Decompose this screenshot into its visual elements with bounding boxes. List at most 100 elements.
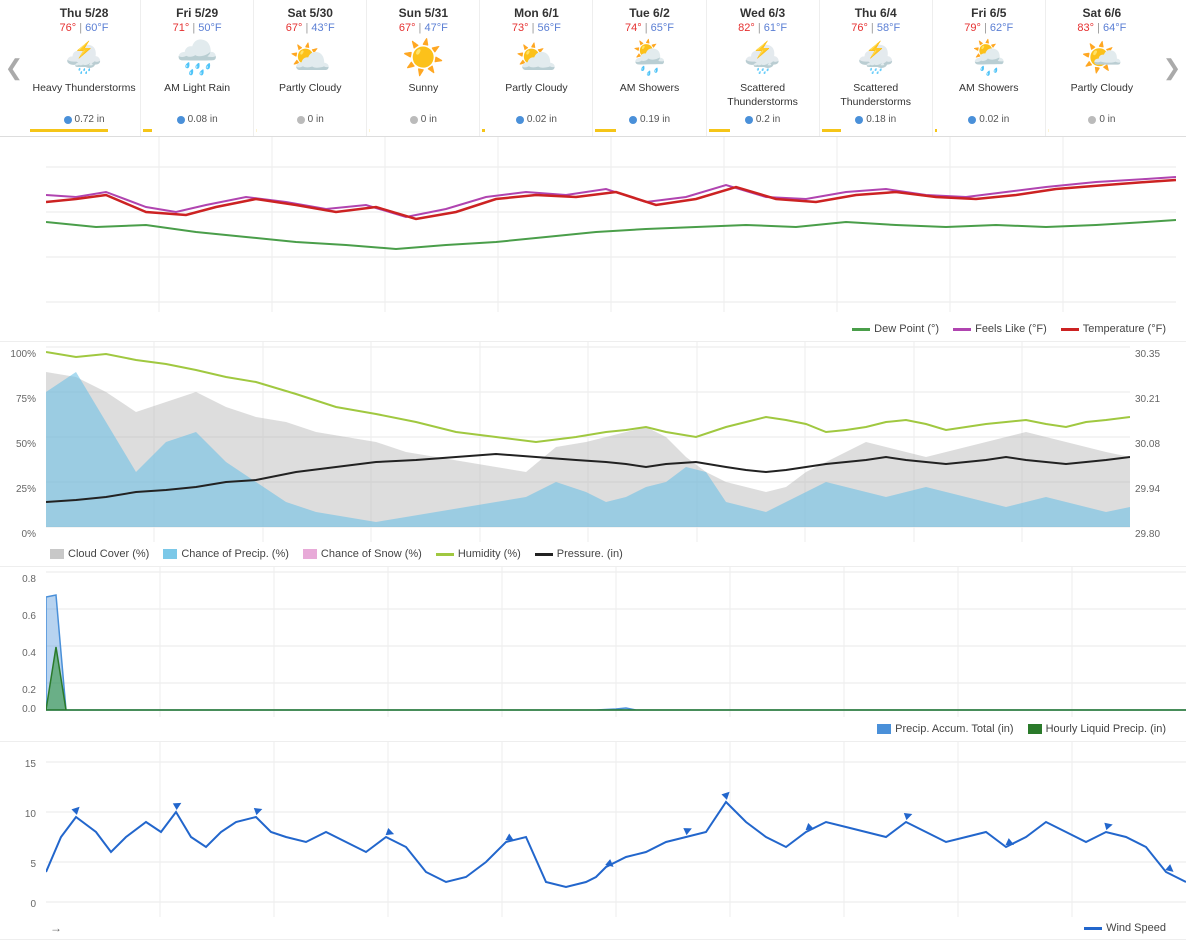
day-desc-1: AM Light Rain bbox=[143, 82, 251, 110]
day-name-6: Wed 6/3 bbox=[709, 6, 817, 20]
precip-bar-2 bbox=[256, 129, 257, 132]
precip-bar-9 bbox=[1048, 129, 1049, 132]
svg-text:15: 15 bbox=[25, 759, 37, 770]
day-precip-7: 0.18 in bbox=[822, 114, 930, 125]
precip-bar-5 bbox=[595, 129, 616, 132]
temperature-chart: 80 F 60 F 40 F bbox=[46, 137, 1176, 312]
day-temps-9: 83° | 64°F bbox=[1048, 22, 1156, 34]
precip-bar-4 bbox=[482, 129, 484, 132]
precip-bar-8 bbox=[935, 129, 937, 132]
legend-feelslike: Feels Like (°F) bbox=[953, 323, 1047, 335]
days-container: Thu 5/28 76° | 60°F ☁️⚡🌧️ Heavy Thunders… bbox=[28, 0, 1158, 136]
day-name-9: Sat 6/6 bbox=[1048, 6, 1156, 20]
wind-chart: ▶ ▶ ▶ ▶ ▶ ▶ ▶ ▶ ▶ ▶ ▶ ▶ ▶ bbox=[46, 742, 1186, 917]
svg-text:30.21: 30.21 bbox=[1135, 394, 1160, 405]
svg-text:▶: ▶ bbox=[172, 798, 184, 812]
svg-text:0.8: 0.8 bbox=[22, 574, 36, 585]
wind-chart-legend: Wind Speed bbox=[1084, 922, 1166, 934]
day-temps-5: 74° | 65°F bbox=[595, 22, 703, 34]
wind-y-left: 15 10 5 0 bbox=[0, 742, 46, 917]
svg-text:29.94: 29.94 bbox=[1135, 484, 1160, 495]
day-temps-7: 76° | 58°F bbox=[822, 22, 930, 34]
svg-text:50%: 50% bbox=[16, 439, 36, 450]
svg-text:▶: ▶ bbox=[253, 804, 264, 817]
temp-chart-legend: Dew Point (°) Feels Like (°F) Temperatur… bbox=[0, 317, 1186, 341]
day-precip-6: 0.2 in bbox=[709, 114, 817, 125]
precip-bar-7 bbox=[822, 129, 841, 132]
legend-pressure: Pressure. (in) bbox=[535, 548, 623, 560]
accum-y-left: 0.8 0.6 0.4 0.2 0.0 bbox=[0, 567, 46, 717]
day-name-2: Sat 5/30 bbox=[256, 6, 364, 20]
day-icon-7: ☁️⚡🌧️ bbox=[822, 38, 930, 78]
day-col-6: Wed 6/3 82° | 61°F ☁️⚡🌧️ Scattered Thund… bbox=[707, 0, 820, 136]
svg-text:29.80: 29.80 bbox=[1135, 529, 1160, 540]
accum-chart-section: 0.8 0.6 0.4 0.2 0.0 bbox=[0, 567, 1186, 742]
day-temps-8: 79° | 62°F bbox=[935, 22, 1043, 34]
day-name-0: Thu 5/28 bbox=[30, 6, 138, 20]
day-name-5: Tue 6/2 bbox=[595, 6, 703, 20]
day-precip-4: 0.02 in bbox=[482, 114, 590, 125]
precip-chart bbox=[46, 342, 1130, 542]
day-col-4: Mon 6/1 73° | 56°F ⛅ Partly Cloudy 0.02 … bbox=[480, 0, 593, 136]
svg-text:0%: 0% bbox=[22, 529, 37, 540]
svg-text:▶: ▶ bbox=[1164, 863, 1177, 877]
day-icon-2: ⛅ bbox=[256, 38, 364, 78]
day-precip-9: 0 in bbox=[1048, 114, 1156, 125]
day-desc-0: Heavy Thunderstorms bbox=[30, 82, 138, 110]
svg-text:▶: ▶ bbox=[70, 803, 83, 816]
legend-temperature: Temperature (°F) bbox=[1061, 323, 1166, 335]
day-precip-2: 0 in bbox=[256, 114, 364, 125]
precip-chart-legend: Cloud Cover (%) Chance of Precip. (%) Ch… bbox=[0, 542, 1186, 566]
wind-chart-section: 15 10 5 0 ▶ ▶ ▶ ▶ ▶ bbox=[0, 742, 1186, 940]
day-precip-1: 0.08 in bbox=[143, 114, 251, 125]
weather-header: ❮ Thu 5/28 76° | 60°F ☁️⚡🌧️ Heavy Thunde… bbox=[0, 0, 1186, 137]
svg-text:0.4: 0.4 bbox=[22, 648, 36, 659]
svg-text:0.2: 0.2 bbox=[22, 685, 36, 696]
svg-text:5: 5 bbox=[30, 859, 36, 870]
day-icon-9: 🌤️ bbox=[1048, 38, 1156, 78]
day-icon-0: ☁️⚡🌧️ bbox=[30, 38, 138, 78]
legend-humidity: Humidity (%) bbox=[436, 548, 521, 560]
day-desc-9: Partly Cloudy bbox=[1048, 82, 1156, 110]
day-icon-4: ⛅ bbox=[482, 38, 590, 78]
svg-text:25%: 25% bbox=[16, 484, 36, 495]
legend-cloudcover: Cloud Cover (%) bbox=[50, 548, 149, 560]
day-col-1: Fri 5/29 71° | 50°F 🌧️ AM Light Rain 0.0… bbox=[141, 0, 254, 136]
svg-text:30.08: 30.08 bbox=[1135, 439, 1160, 450]
day-temps-6: 82° | 61°F bbox=[709, 22, 817, 34]
day-name-3: Sun 5/31 bbox=[369, 6, 477, 20]
day-desc-7: Scattered Thunderstorms bbox=[822, 82, 930, 110]
precip-bar-0 bbox=[30, 129, 108, 132]
accum-chart-legend: Precip. Accum. Total (in) Hourly Liquid … bbox=[0, 717, 1186, 741]
svg-text:▶: ▶ bbox=[720, 788, 733, 801]
day-icon-5: 🌦️ bbox=[595, 38, 703, 78]
day-col-3: Sun 5/31 67° | 47°F ☀️ Sunny 0 in bbox=[367, 0, 480, 136]
day-precip-8: 0.02 in bbox=[935, 114, 1043, 125]
precip-y-left: 100% 75% 50% 25% 0% bbox=[0, 342, 46, 542]
day-temps-2: 67° | 43°F bbox=[256, 22, 364, 34]
wind-arrow-label: → bbox=[50, 921, 62, 935]
day-col-8: Fri 6/5 79° | 62°F 🌦️ AM Showers 0.02 in bbox=[933, 0, 1046, 136]
day-name-4: Mon 6/1 bbox=[482, 6, 590, 20]
next-arrow[interactable]: ❯ bbox=[1158, 0, 1186, 136]
svg-text:▶: ▶ bbox=[604, 858, 617, 872]
svg-text:10: 10 bbox=[25, 809, 37, 820]
day-temps-0: 76° | 60°F bbox=[30, 22, 138, 34]
day-desc-3: Sunny bbox=[369, 82, 477, 110]
temperature-chart-section: 80 F 60 F 40 F Dew Point (°) Feels Like … bbox=[0, 137, 1186, 342]
day-temps-1: 71° | 50°F bbox=[143, 22, 251, 34]
precip-bar-3 bbox=[369, 129, 370, 132]
precip-bar-1 bbox=[143, 129, 152, 132]
day-icon-1: 🌧️ bbox=[143, 38, 251, 78]
svg-text:75%: 75% bbox=[16, 394, 36, 405]
legend-dewpoint: Dew Point (°) bbox=[852, 323, 939, 335]
prev-arrow[interactable]: ❮ bbox=[0, 0, 28, 136]
precip-bar-6 bbox=[709, 129, 731, 132]
precip-y-right: 30.35 30.21 30.08 29.94 29.80 bbox=[1130, 342, 1186, 542]
day-col-5: Tue 6/2 74° | 65°F 🌦️ AM Showers 0.19 in bbox=[593, 0, 706, 136]
svg-text:30.35: 30.35 bbox=[1135, 349, 1160, 360]
day-desc-5: AM Showers bbox=[595, 82, 703, 110]
day-icon-3: ☀️ bbox=[369, 38, 477, 78]
day-col-7: Thu 6/4 76° | 58°F ☁️⚡🌧️ Scattered Thund… bbox=[820, 0, 933, 136]
day-temps-3: 67° | 47°F bbox=[369, 22, 477, 34]
